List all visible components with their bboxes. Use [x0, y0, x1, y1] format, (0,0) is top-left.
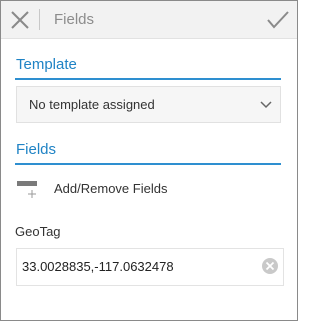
- checkmark-icon: [267, 11, 289, 29]
- add-remove-fields-label: Add/Remove Fields: [54, 181, 168, 196]
- done-button[interactable]: [257, 1, 297, 38]
- template-section-header: Template: [15, 56, 281, 80]
- template-header-label: Template: [16, 56, 77, 73]
- geotag-field[interactable]: 33.0028835,-117.0632478: [16, 248, 284, 286]
- action-bar-divider: [39, 9, 40, 30]
- add-field-icon: [17, 181, 37, 198]
- close-icon: [11, 11, 29, 29]
- chevron-down-icon: [260, 101, 272, 109]
- clear-icon[interactable]: [261, 257, 279, 275]
- template-selected-value: No template assigned: [29, 97, 155, 112]
- geotag-value: 33.0028835,-117.0632478: [22, 259, 174, 274]
- fields-section-header: Fields: [15, 141, 281, 165]
- dialog-title: Fields: [54, 11, 95, 28]
- geotag-label: GeoTag: [15, 224, 61, 239]
- add-remove-fields-button[interactable]: Add/Remove Fields: [15, 173, 281, 205]
- action-bar: Fields: [1, 1, 297, 39]
- fields-header-label: Fields: [16, 141, 57, 158]
- fields-dialog: Fields Template No template assigned Fie…: [0, 0, 298, 321]
- close-button[interactable]: [1, 1, 37, 38]
- template-dropdown[interactable]: No template assigned: [16, 86, 281, 123]
